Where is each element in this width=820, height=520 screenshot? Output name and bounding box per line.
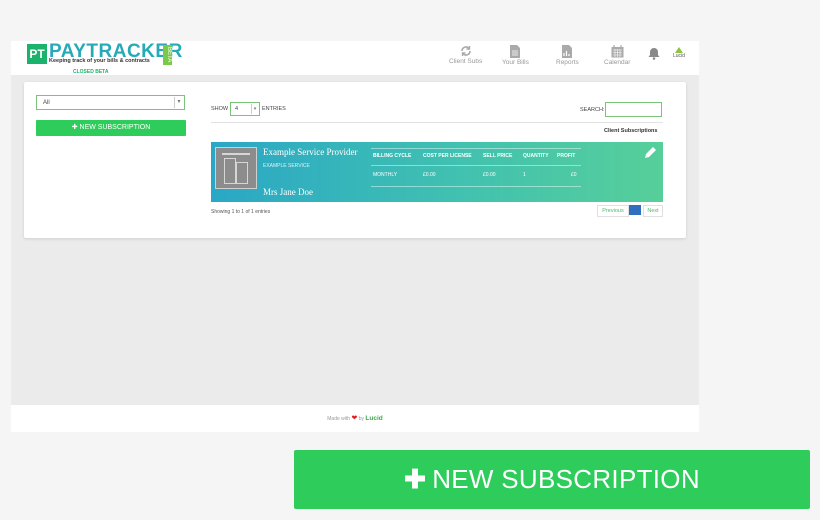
logo-beta-tag: BETA <box>163 45 172 65</box>
divider <box>211 122 663 123</box>
column-header: QUANTITY <box>523 153 549 159</box>
pencil-icon <box>645 147 656 158</box>
search-label: SEARCH: <box>580 107 605 113</box>
cell-billing-cycle: MONTHLY <box>373 172 398 178</box>
plus-icon: ✚ <box>404 464 427 494</box>
nav-label: Client Subs <box>449 58 483 65</box>
client-name: Mrs Jane Doe <box>263 187 313 197</box>
footer: Made with ❤ by Lucid <box>11 405 699 432</box>
document-icon <box>510 45 521 58</box>
previous-page-button[interactable]: Previous <box>597 205 629 217</box>
cell-cost: £0.00 <box>423 172 436 178</box>
entries-label: ENTRIES <box>262 106 286 112</box>
top-bar: PT PAYTRACKER BETA Keeping track of your… <box>11 41 699 75</box>
calendar-icon <box>611 45 624 58</box>
nav-reports[interactable]: Reports <box>556 45 579 66</box>
new-subscription-label: NEW SUBSCRIPTION <box>79 124 151 131</box>
nav-label: Reports <box>556 59 579 66</box>
plus-icon: ✚ <box>71 124 78 131</box>
provider-name: Example Service Provider <box>263 147 358 157</box>
filter-select[interactable]: All ▾ <box>36 95 185 110</box>
nav-client-subs[interactable]: Client Subs <box>449 45 482 65</box>
nav-your-bills[interactable]: Your Bills <box>502 45 529 66</box>
cell-profit: £0 <box>571 172 577 178</box>
next-page-button[interactable]: Next <box>643 205 663 217</box>
nav-calendar[interactable]: Calendar <box>604 45 630 66</box>
lucid-logo-icon <box>674 47 683 53</box>
logo-tagline: Keeping track of your bills & contracts <box>49 58 150 64</box>
provider-thumbnail <box>215 147 257 189</box>
footer-middle: by <box>358 416 364 422</box>
service-name: EXAMPLE SERVICE <box>263 163 310 169</box>
heart-icon: ❤ <box>351 415 358 422</box>
column-header: BILLING CYCLE <box>373 153 412 159</box>
new-subscription-button-large[interactable]: ✚ NEW SUBSCRIPTION <box>294 450 810 509</box>
subscription-row[interactable]: Example Service Provider EXAMPLE SERVICE… <box>211 142 663 202</box>
account-menu[interactable]: Lucid <box>673 47 685 59</box>
account-label: Lucid <box>673 53 685 59</box>
column-header: SELL PRICE <box>483 153 513 159</box>
chevron-down-icon: ▾ <box>174 97 183 108</box>
pagination-summary: Showing 1 to 1 of 1 entries <box>211 209 271 215</box>
report-icon <box>562 45 573 58</box>
bell-icon <box>648 48 660 60</box>
filter-select-value: All <box>43 100 50 106</box>
show-label: SHOW <box>211 106 229 112</box>
notifications-button[interactable] <box>648 47 660 65</box>
search-input[interactable] <box>605 102 662 117</box>
edit-button[interactable] <box>643 146 657 165</box>
closed-beta-label: CLOSED BETA <box>73 69 109 75</box>
page-1-button[interactable]: 1 <box>629 205 641 215</box>
cell-sell-price: £0.00 <box>483 172 496 178</box>
column-header: PROFIT <box>557 153 576 159</box>
nav-label: Your Bills <box>502 59 529 66</box>
main-card: All ▾ ✚ NEW SUBSCRIPTION SHOW 4 ▾ ENTRIE… <box>24 82 686 238</box>
app-window: PT PAYTRACKER BETA Keeping track of your… <box>11 41 699 432</box>
cell-quantity: 1 <box>523 172 526 178</box>
new-subscription-label-large: NEW SUBSCRIPTION <box>432 464 700 494</box>
chevron-down-icon: ▾ <box>251 104 258 114</box>
paytracker-logo[interactable]: PT PAYTRACKER BETA Keeping track of your… <box>27 41 182 75</box>
new-subscription-button[interactable]: ✚ NEW SUBSCRIPTION <box>36 120 186 136</box>
logo-badge: PT <box>27 44 47 64</box>
footer-brand-link[interactable]: Lucid <box>365 415 382 422</box>
column-header: COST PER LICENSE <box>423 153 472 159</box>
nav-label: Calendar <box>604 59 631 66</box>
section-title: Client Subscriptions <box>604 128 658 134</box>
refresh-icon <box>460 46 471 56</box>
entries-select-value: 4 <box>235 106 239 112</box>
entries-select[interactable]: 4 ▾ <box>230 102 260 116</box>
footer-prefix: Made with <box>327 416 351 422</box>
